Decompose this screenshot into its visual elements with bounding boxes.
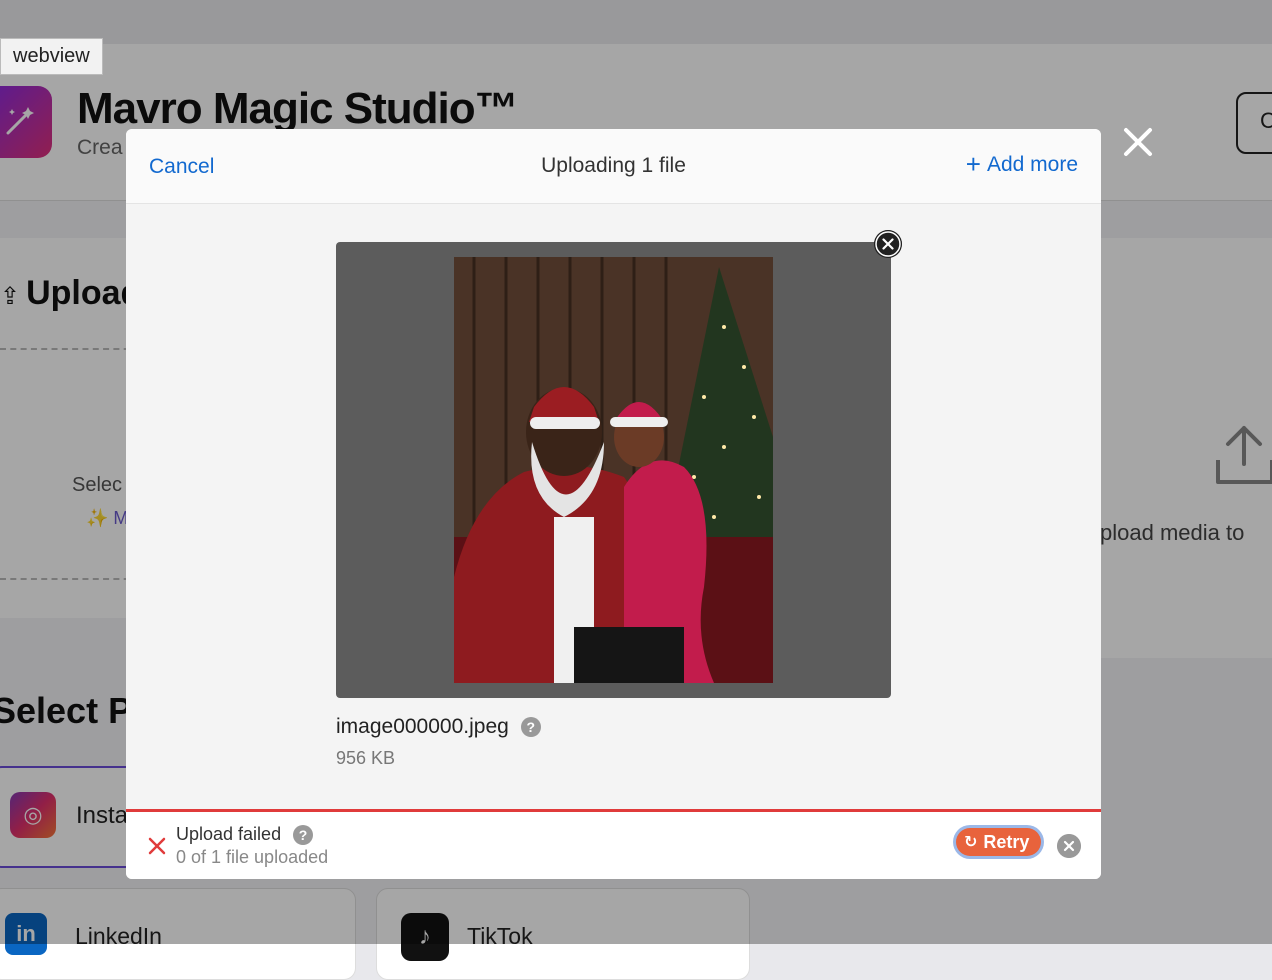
upload-status-bar: Upload failed ? 0 of 1 file uploaded ↻ R… [126, 809, 1101, 879]
file-thumbnail [454, 257, 773, 683]
add-more-label: Add more [986, 153, 1078, 176]
retry-label: Retry [983, 831, 1030, 852]
status-title-label: Upload failed [176, 824, 282, 844]
upload-modal: Cancel Uploading 1 file + Add more image… [126, 129, 1101, 879]
webview-tooltip: webview [0, 38, 103, 75]
file-name-label: image000000.jpeg [336, 715, 509, 738]
status-subtitle: 0 of 1 file uploaded [176, 847, 329, 867]
file-size: 956 KB [336, 748, 396, 768]
help-icon[interactable]: ? [520, 717, 541, 737]
modal-title: Uploading 1 file [541, 154, 686, 177]
cancel-upload-icon[interactable] [1057, 834, 1081, 858]
file-name: image000000.jpeg ? [336, 715, 541, 739]
help-icon[interactable]: ? [293, 824, 314, 845]
error-x-icon [148, 837, 166, 855]
file-preview [336, 242, 891, 698]
add-more-button[interactable]: + Add more [965, 148, 1078, 179]
plus-icon: + [965, 148, 981, 179]
refresh-icon: ↻ [964, 834, 978, 851]
close-icon[interactable] [1118, 122, 1158, 162]
modal-header: Cancel Uploading 1 file + Add more [126, 129, 1101, 204]
retry-button[interactable]: ↻ Retry [956, 828, 1042, 856]
status-title: Upload failed ? [176, 824, 314, 845]
remove-file-icon[interactable] [874, 230, 902, 258]
